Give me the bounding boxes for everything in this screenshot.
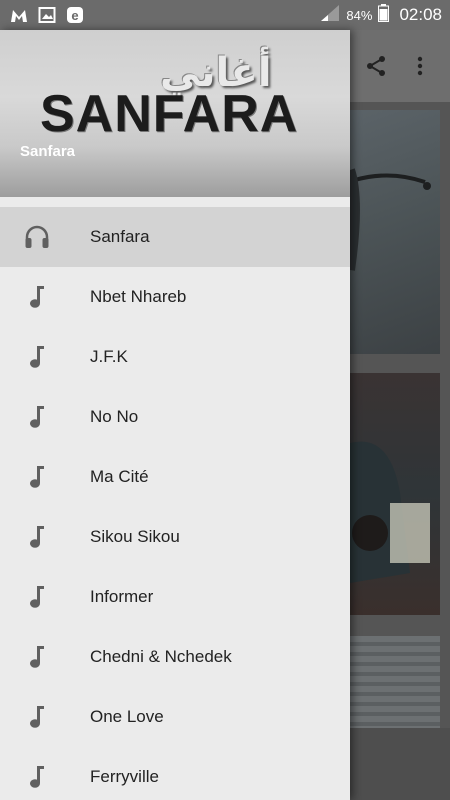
menu-item-label: Informer — [90, 587, 154, 606]
share-icon[interactable] — [356, 30, 396, 102]
menu-item-nbet-nhareb[interactable]: Nbet Nhareb — [0, 267, 350, 327]
music-note-icon — [22, 765, 52, 789]
menu-item-sanfara[interactable]: Sanfara — [0, 207, 350, 267]
menu-item-label: Nbet Nhareb — [90, 287, 187, 306]
menu-item-informer[interactable]: Informer — [0, 567, 350, 627]
drawer-menu: Sanfara Nbet Nhareb J.F.K No No Ma Cité — [0, 207, 350, 800]
clock: 02:08 — [399, 5, 442, 24]
headphones-icon — [22, 225, 52, 249]
menu-item-no-no[interactable]: No No — [0, 387, 350, 447]
menu-item-ferryville[interactable]: Ferryville — [0, 747, 350, 800]
drawer-header: أغاني SANFARA Sanfara — [0, 30, 350, 197]
bottom-bar — [350, 728, 450, 800]
menu-item-ma-cite[interactable]: Ma Cité — [0, 447, 350, 507]
menu-item-label: Ferryville — [90, 767, 159, 786]
image-icon — [38, 6, 56, 24]
menu-item-chedni-nchedek[interactable]: Chedni & Nchedek — [0, 627, 350, 687]
menu-item-label: Sanfara — [90, 227, 150, 246]
song-card-image[interactable] — [350, 373, 440, 615]
song-card-image[interactable] — [350, 110, 440, 354]
music-note-icon — [22, 585, 52, 609]
song-card-image[interactable] — [350, 636, 440, 728]
menu-item-jfk[interactable]: J.F.K — [0, 327, 350, 387]
navigation-drawer: أغاني SANFARA Sanfara Sanfara Nbet Nhare… — [0, 30, 350, 800]
more-vert-icon[interactable] — [400, 30, 440, 102]
battery-icon — [378, 3, 390, 27]
e-icon: e — [66, 6, 84, 24]
signal-icon — [320, 4, 340, 27]
menu-item-label: Ma Cité — [90, 467, 149, 486]
music-note-icon — [22, 405, 52, 429]
menu-item-label: One Love — [90, 707, 164, 726]
menu-item-label: Chedni & Nchedek — [90, 647, 232, 666]
header-name: Sanfara — [20, 143, 76, 160]
music-note-icon — [22, 285, 52, 309]
logo-english: SANFARA — [40, 85, 299, 143]
music-note-icon — [22, 525, 52, 549]
music-note-icon — [22, 465, 52, 489]
music-note-icon — [22, 645, 52, 669]
svg-text:e: e — [71, 8, 78, 23]
menu-item-label: Sikou Sikou — [90, 527, 180, 546]
music-note-icon — [22, 345, 52, 369]
menu-item-sikou-sikou[interactable]: Sikou Sikou — [0, 507, 350, 567]
menu-item-one-love[interactable]: One Love — [0, 687, 350, 747]
status-bar: e 84% 02:08 — [0, 0, 450, 30]
menu-item-label: J.F.K — [90, 347, 128, 366]
malwarebytes-icon — [10, 6, 28, 24]
menu-item-label: No No — [90, 407, 139, 426]
battery-percent: 84% — [346, 7, 373, 23]
music-note-icon — [22, 705, 52, 729]
